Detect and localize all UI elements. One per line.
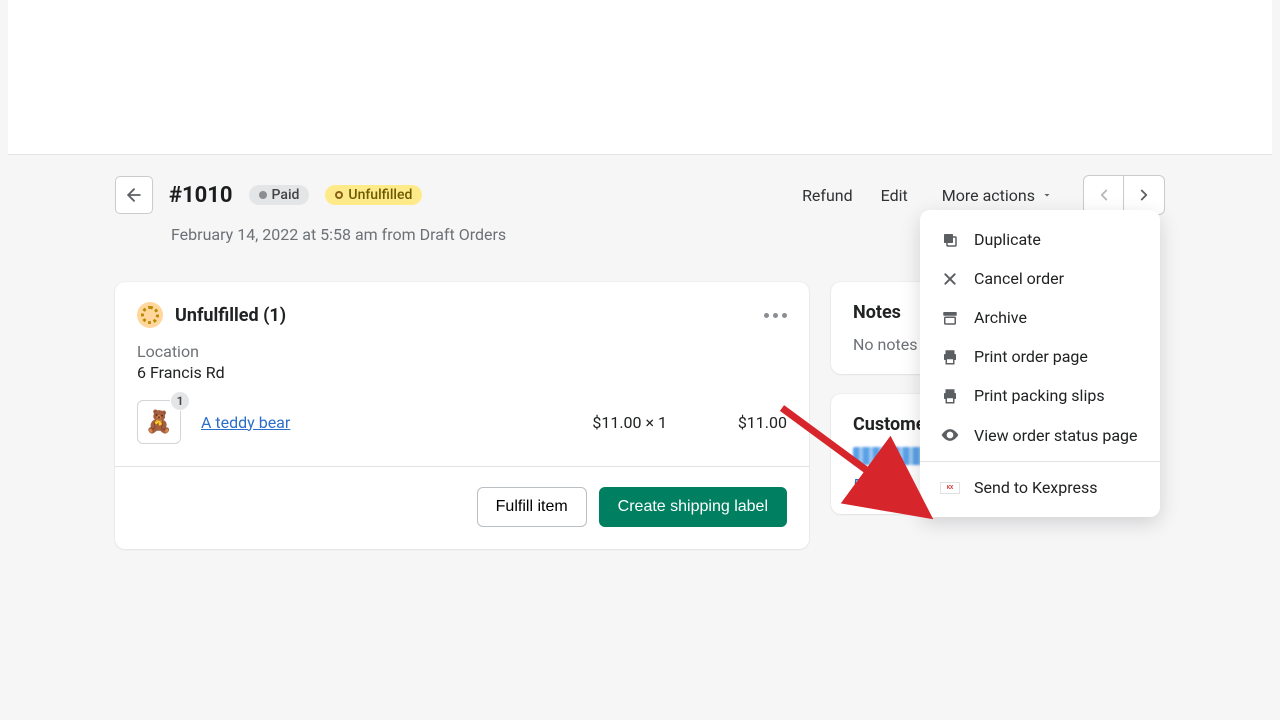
item-thumbnail[interactable]: 🧸 1	[137, 400, 181, 444]
archive-icon	[940, 309, 960, 327]
caret-down-icon	[1041, 189, 1053, 201]
kexpress-icon: KX	[940, 482, 960, 494]
menu-print-slips[interactable]: Print packing slips	[920, 376, 1160, 415]
menu-print-slips-label: Print packing slips	[974, 386, 1105, 405]
fulfill-item-button[interactable]: Fulfill item	[477, 487, 587, 527]
chevron-right-icon	[1135, 186, 1153, 204]
order-id: #1010	[169, 183, 233, 208]
eye-icon	[940, 425, 960, 445]
print-icon	[940, 348, 960, 366]
prev-order-button[interactable]	[1084, 176, 1124, 214]
line-item-row: 🧸 1 A teddy bear $11.00 × 1 $11.00	[137, 400, 787, 444]
arrow-left-icon	[124, 185, 144, 205]
menu-duplicate[interactable]: Duplicate	[920, 220, 1160, 259]
menu-cancel-label: Cancel order	[974, 269, 1064, 288]
edit-button[interactable]: Edit	[877, 180, 912, 211]
unfulfilled-badge: Unfulfilled	[325, 185, 422, 205]
menu-cancel-order[interactable]: Cancel order	[920, 259, 1160, 298]
order-header: #1010 Paid Unfulfilled Refund Edit More …	[115, 175, 1165, 215]
menu-send-kexpress-label: Send to Kexpress	[974, 478, 1098, 497]
menu-duplicate-label: Duplicate	[974, 230, 1041, 249]
fulfillment-card: Unfulfilled (1) Location 6 Francis Rd 🧸 …	[115, 282, 809, 549]
item-name-link[interactable]: A teddy bear	[201, 413, 290, 432]
unfulfilled-ring-icon	[137, 302, 163, 328]
menu-view-status[interactable]: View order status page	[920, 415, 1160, 455]
create-shipping-label-button[interactable]: Create shipping label	[599, 487, 787, 527]
paid-label: Paid	[272, 187, 300, 203]
location-value: 6 Francis Rd	[137, 363, 787, 382]
top-blank-bar	[8, 0, 1272, 155]
next-order-button[interactable]	[1124, 176, 1164, 214]
duplicate-icon	[940, 231, 960, 249]
fulfillment-title: Unfulfilled (1)	[175, 305, 286, 326]
menu-send-kexpress[interactable]: KX Send to Kexpress	[920, 468, 1160, 507]
order-pager	[1083, 175, 1165, 215]
menu-print-order-label: Print order page	[974, 347, 1088, 366]
dot-icon	[259, 191, 267, 199]
qty-bubble: 1	[170, 391, 190, 411]
header-actions: Refund Edit More actions	[798, 175, 1165, 215]
menu-print-order[interactable]: Print order page	[920, 337, 1160, 376]
more-actions-dropdown: Duplicate Cancel order Archive Print ord…	[920, 210, 1160, 517]
item-unit-price: $11.00 × 1	[592, 413, 667, 432]
menu-view-status-label: View order status page	[974, 426, 1137, 445]
close-icon	[940, 271, 960, 287]
more-actions-label: More actions	[942, 186, 1035, 205]
item-line-total: $11.00	[667, 413, 787, 432]
menu-archive-label: Archive	[974, 308, 1027, 327]
paid-badge: Paid	[249, 185, 310, 205]
print-icon	[940, 387, 960, 405]
fulfillment-more-button[interactable]	[764, 313, 787, 318]
customer-orders-link[interactable]: 5 orders	[853, 475, 912, 494]
menu-separator	[920, 461, 1160, 462]
ring-dot-icon	[335, 191, 343, 199]
refund-button[interactable]: Refund	[798, 180, 857, 211]
unfulfilled-label: Unfulfilled	[348, 187, 412, 203]
menu-archive[interactable]: Archive	[920, 298, 1160, 337]
location-label: Location	[137, 342, 787, 361]
back-button[interactable]	[115, 176, 153, 214]
chevron-left-icon	[1095, 186, 1113, 204]
more-actions-button[interactable]: More actions	[932, 178, 1063, 213]
